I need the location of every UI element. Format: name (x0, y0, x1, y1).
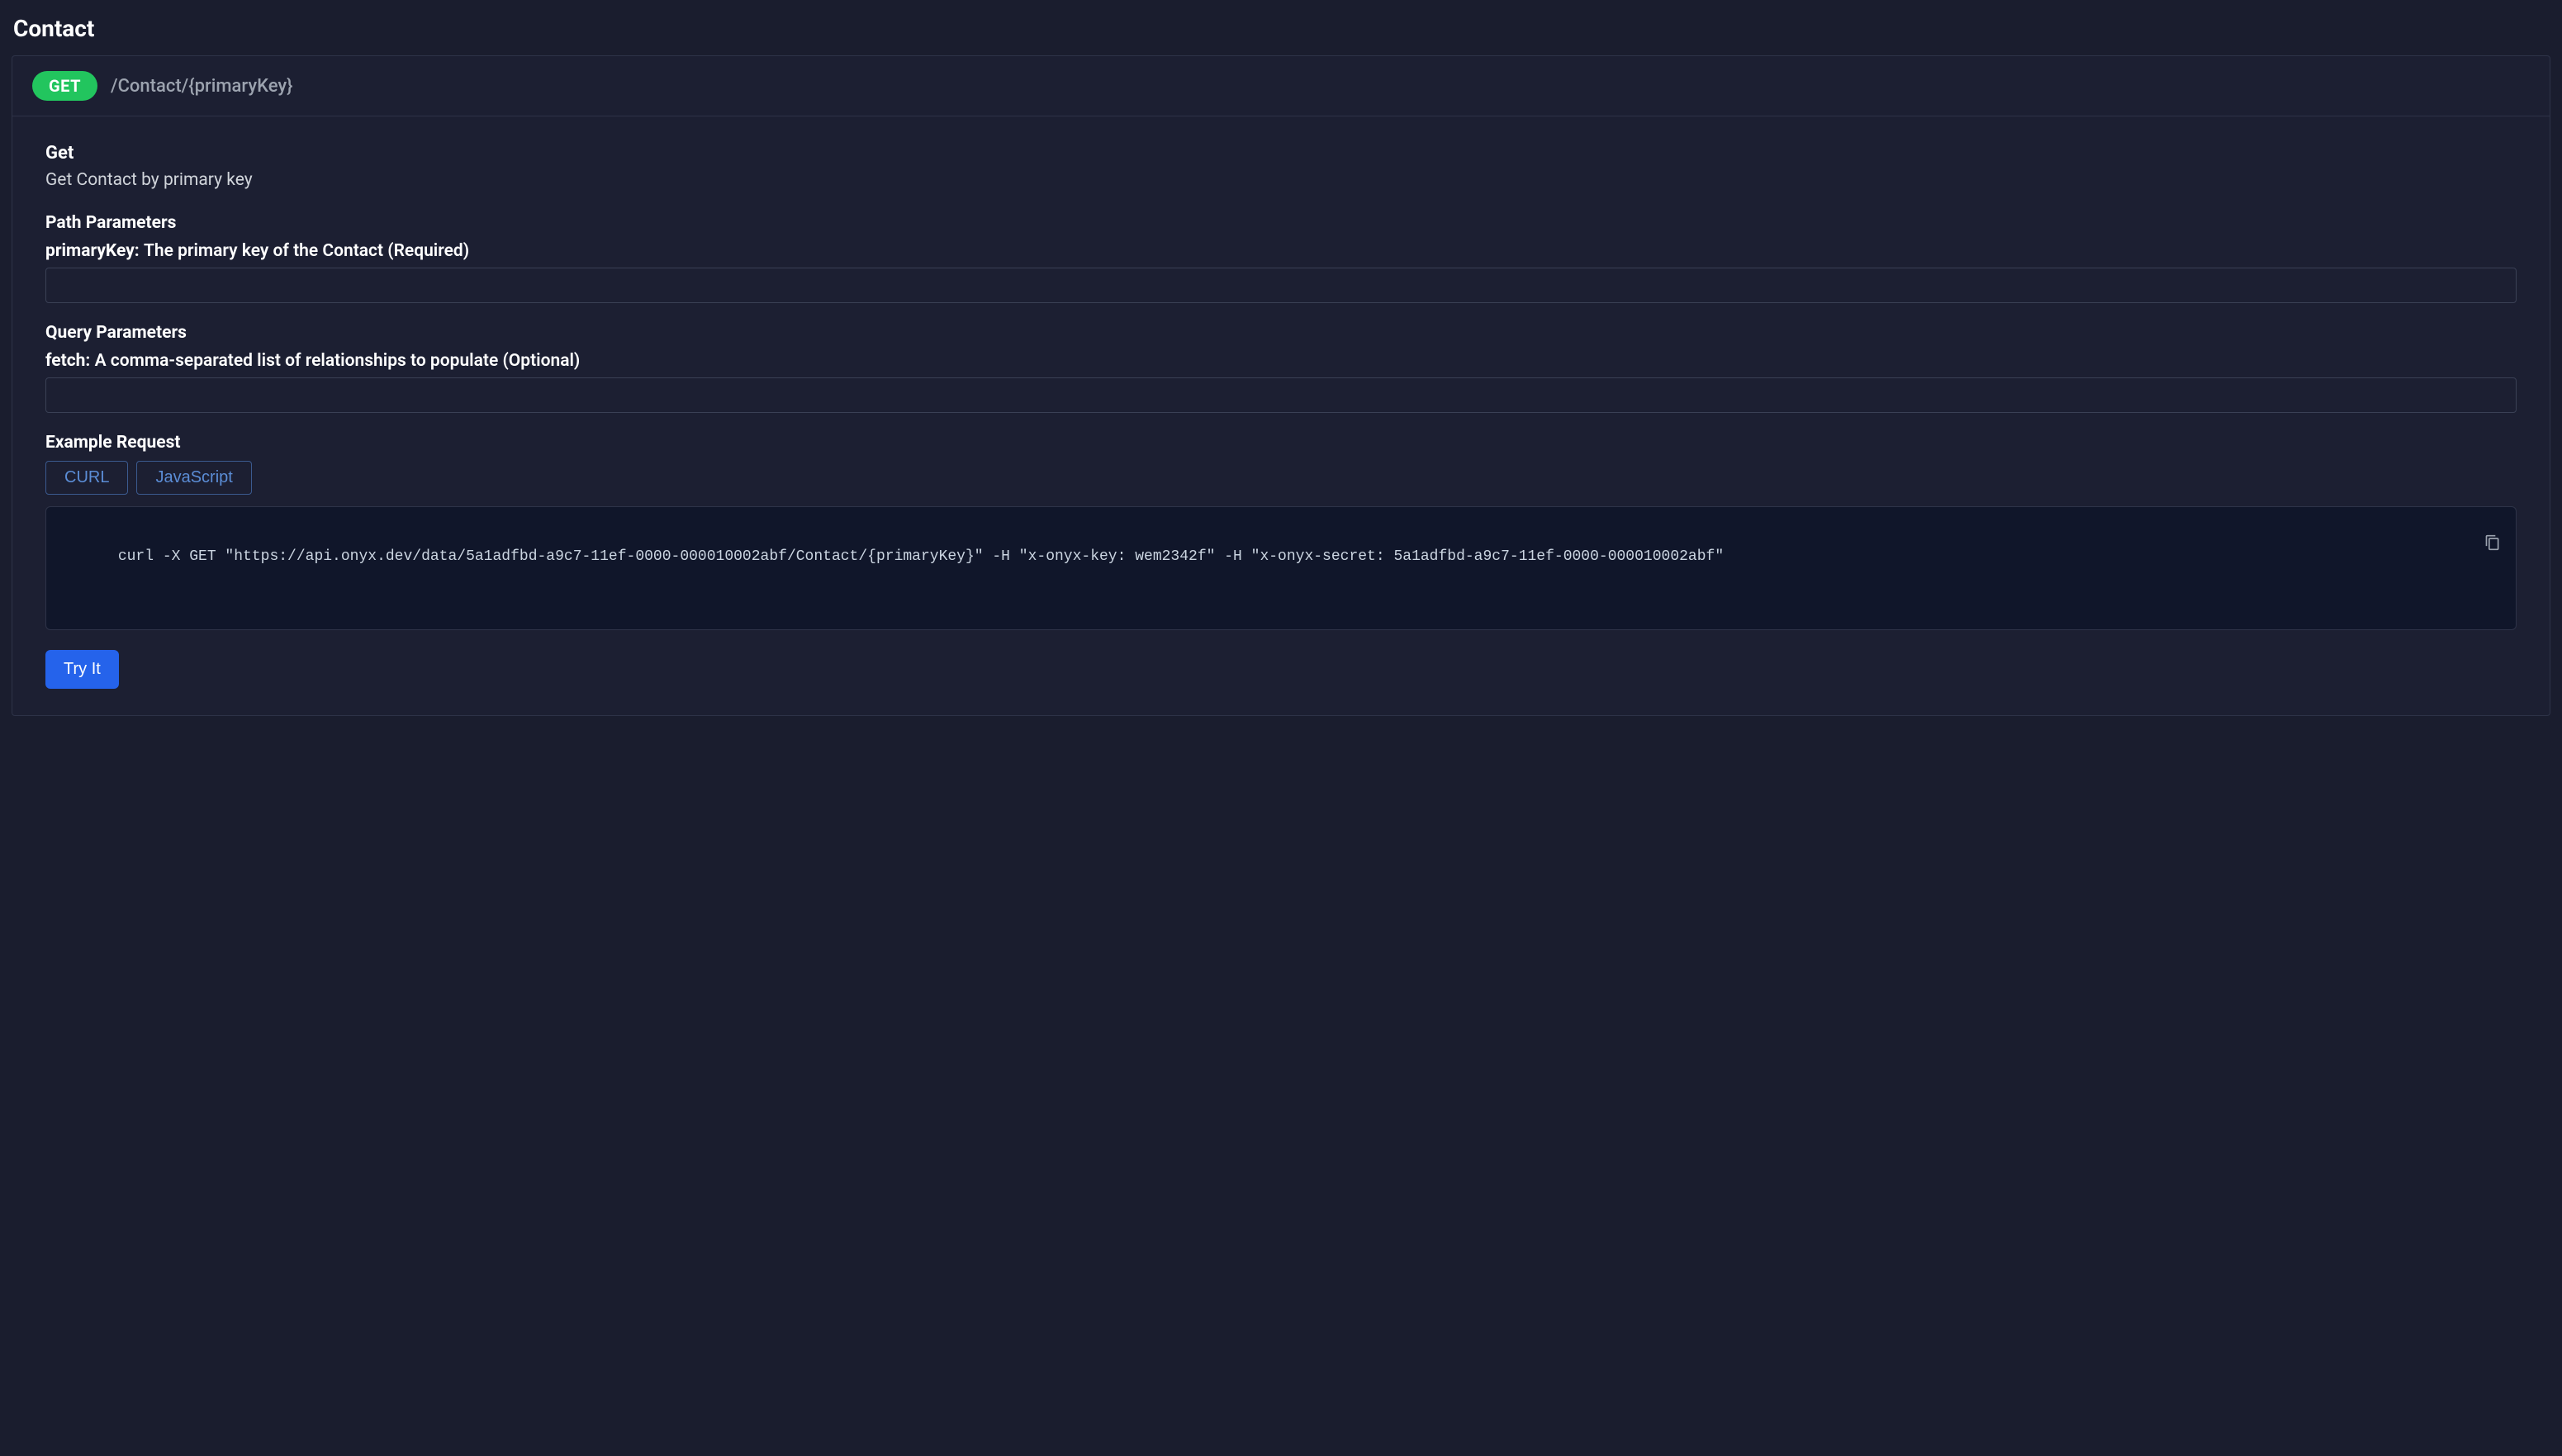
query-params-heading: Query Parameters (45, 323, 2517, 343)
tab-javascript[interactable]: JavaScript (136, 461, 251, 495)
path-params-heading: Path Parameters (45, 213, 2517, 233)
endpoint-header: GET /Contact/{primaryKey} (12, 56, 2550, 116)
http-method-badge: GET (32, 71, 97, 101)
path-param-name: primaryKey: (45, 241, 144, 261)
tab-curl[interactable]: CURL (45, 461, 128, 495)
summary-title: Get (45, 143, 2517, 164)
endpoint-path: /Contact/{primaryKey} (111, 76, 292, 97)
path-param-line: primaryKey: The primary key of the Conta… (45, 241, 2517, 261)
path-param-desc: The primary key of the Contact (Required… (144, 241, 469, 261)
copy-icon (2484, 534, 2501, 551)
code-text: curl -X GET "https://api.onyx.dev/data/5… (118, 548, 1724, 565)
summary-desc: Get Contact by primary key (45, 170, 2517, 190)
page-title: Contact (0, 0, 2562, 55)
endpoint-panel: GET /Contact/{primaryKey} Get Get Contac… (12, 55, 2550, 716)
query-param-name: fetch: (45, 351, 95, 371)
code-block: curl -X GET "https://api.onyx.dev/data/5… (45, 506, 2517, 630)
example-heading: Example Request (45, 433, 2517, 453)
primary-key-input[interactable] (45, 268, 2517, 303)
endpoint-body: Get Get Contact by primary key Path Para… (12, 116, 2550, 715)
example-tabs: CURL JavaScript (45, 461, 2517, 495)
try-it-button[interactable]: Try It (45, 650, 119, 689)
query-param-line: fetch: A comma-separated list of relatio… (45, 351, 2517, 371)
fetch-input[interactable] (45, 377, 2517, 413)
copy-button[interactable] (2456, 519, 2504, 569)
query-param-desc: A comma-separated list of relationships … (95, 351, 581, 371)
